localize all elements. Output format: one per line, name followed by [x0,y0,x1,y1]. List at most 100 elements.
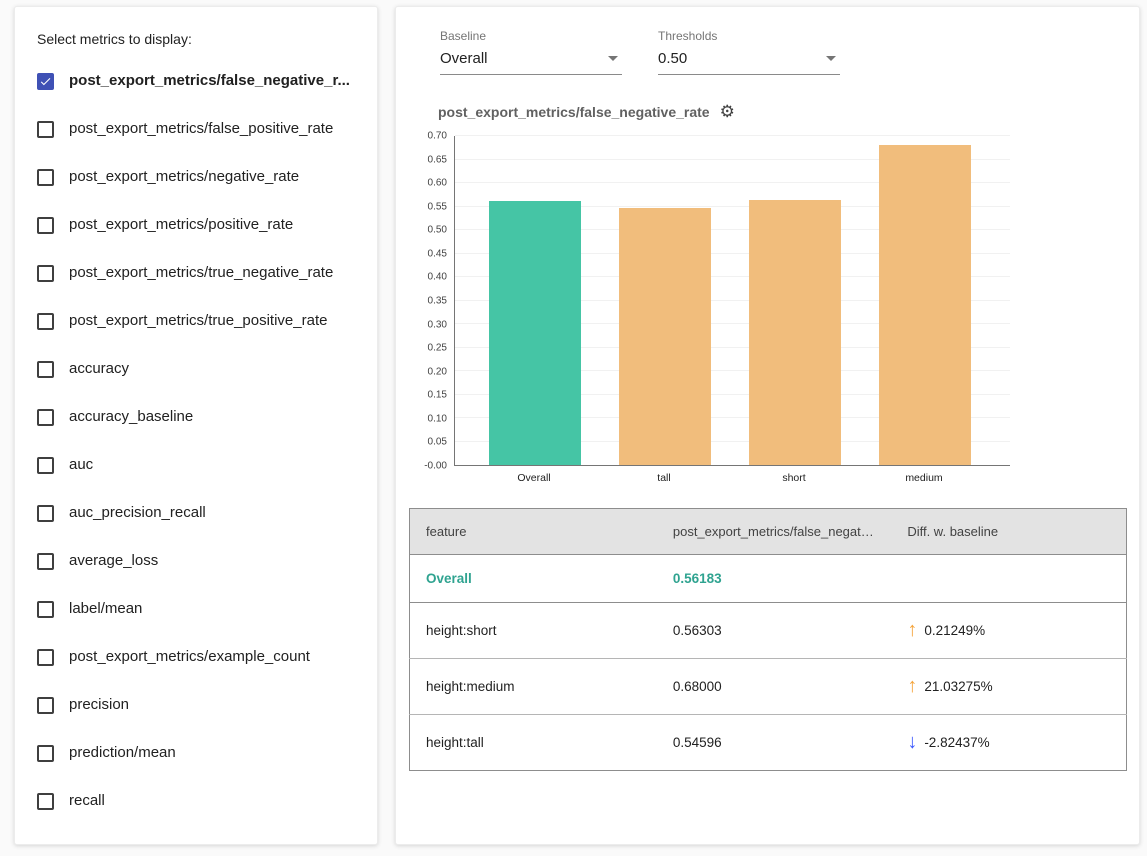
arrow-up-icon: ↑ [907,675,917,697]
diff-cell: ↑21.03275% [891,659,1126,715]
bar-medium[interactable] [879,145,971,465]
table-body: Overall0.56183height:short0.56303↑0.2124… [410,555,1127,771]
value-cell: 0.54596 [657,715,891,771]
y-tick-label: 0.45 [428,248,447,259]
metric-detail-panel: Baseline Overall Thresholds 0.50 post_ex… [395,6,1140,845]
checkbox-unchecked[interactable] [37,121,54,138]
thresholds-label: Thresholds [658,29,840,43]
metric-item[interactable]: precision [35,681,359,729]
checkbox-unchecked[interactable] [37,361,54,378]
table-header-cell: post_export_metrics/false_negative_rat..… [657,509,891,555]
y-axis-labels: 0.700.650.600.550.500.450.400.350.300.25… [418,136,454,466]
metric-item[interactable]: post_export_metrics/positive_rate [35,201,359,249]
table-row: Overall0.56183 [410,555,1127,603]
metric-label: accuracy_baseline [69,405,193,429]
baseline-value: Overall [440,50,488,67]
chevron-down-icon [608,56,618,61]
checkbox-unchecked[interactable] [37,505,54,522]
checkmark-icon [39,74,52,89]
checkbox-unchecked[interactable] [37,169,54,186]
metric-label: post_export_metrics/false_positive_rate [69,117,333,141]
metric-label: post_export_metrics/negative_rate [69,165,299,189]
feature-cell: Overall [410,555,657,603]
metric-selector-panel: Select metrics to display: post_export_m… [14,6,378,845]
x-tick-label: short [729,466,859,484]
bar-slot [730,136,860,465]
diff-value: -2.82437% [924,735,989,750]
metric-label: prediction/mean [69,741,176,765]
checkbox-unchecked[interactable] [37,409,54,426]
y-tick-label: 0.70 [428,131,447,142]
baseline-dropdown[interactable]: Baseline Overall [440,29,622,75]
metric-label: auc_precision_recall [69,501,206,525]
metric-label: precision [69,693,129,717]
bar-short[interactable] [749,200,841,465]
fairness-indicators-page: Select metrics to display: post_export_m… [0,0,1147,856]
y-tick-label: 0.40 [428,272,447,283]
metric-item[interactable]: post_export_metrics/example_count [35,633,359,681]
plot-area [454,136,1010,466]
metric-item[interactable]: label/mean [35,585,359,633]
metric-label: recall [69,789,105,813]
metric-item[interactable]: accuracy [35,345,359,393]
thresholds-dropdown[interactable]: Thresholds 0.50 [658,29,840,75]
y-tick-label: 0.50 [428,225,447,236]
table-row: height:medium0.68000↑21.03275% [410,659,1127,715]
table-header-cell: feature [410,509,657,555]
diff-value: 0.21249% [924,623,985,638]
metric-item[interactable]: prediction/mean [35,729,359,777]
y-tick-label: 0.25 [428,343,447,354]
y-tick-label: 0.10 [428,413,447,424]
checkbox-unchecked[interactable] [37,649,54,666]
bar-chart: 0.700.650.600.550.500.450.400.350.300.25… [418,136,1139,484]
metric-label: post_export_metrics/positive_rate [69,213,293,237]
table-row: height:tall0.54596 ↓ -2.82437% [410,715,1127,771]
metric-label: accuracy [69,357,129,381]
checkbox-unchecked[interactable] [37,601,54,618]
metric-item[interactable]: average_loss [35,537,359,585]
gear-icon[interactable]: ⚙ [720,103,735,120]
bar-tall[interactable] [619,208,711,465]
value-cell: 0.56303 [657,603,891,659]
metrics-table: featurepost_export_metrics/false_negativ… [409,508,1127,771]
chart-title: post_export_metrics/false_negative_rate [438,104,710,120]
x-tick-label: Overall [469,466,599,484]
metric-item[interactable]: post_export_metrics/negative_rate [35,153,359,201]
metric-item[interactable]: auc [35,441,359,489]
y-tick-label: 0.20 [428,366,447,377]
bar-overall[interactable] [489,201,581,465]
checkbox-unchecked[interactable] [37,745,54,762]
table-row: height:short0.56303↑0.21249% [410,603,1127,659]
checkbox-unchecked[interactable] [37,553,54,570]
feature-cell: height:tall [410,715,657,771]
feature-cell: height:medium [410,659,657,715]
diff-cell [891,555,1126,603]
metric-item[interactable]: post_export_metrics/false_positive_rate [35,105,359,153]
metric-item[interactable]: post_export_metrics/true_positive_rate [35,297,359,345]
checkbox-unchecked[interactable] [37,265,54,282]
checkbox-unchecked[interactable] [37,313,54,330]
metric-item[interactable]: recall [35,777,359,825]
metric-label: auc [69,453,93,477]
checkbox-checked[interactable] [37,73,54,90]
controls-row: Baseline Overall Thresholds 0.50 [440,29,1139,75]
table-header-cell: Diff. w. baseline [891,509,1126,555]
checkbox-unchecked[interactable] [37,457,54,474]
checkbox-unchecked[interactable] [37,217,54,234]
thresholds-value: 0.50 [658,50,687,67]
y-tick-label: 0.55 [428,201,447,212]
metric-label: label/mean [69,597,142,621]
checkbox-unchecked[interactable] [37,793,54,810]
metric-item[interactable]: accuracy_baseline [35,393,359,441]
arrow-down-icon: ↓ [907,731,917,753]
checkbox-unchecked[interactable] [37,697,54,714]
y-tick-label: 0.35 [428,296,447,307]
metric-item[interactable]: post_export_metrics/true_negative_rate [35,249,359,297]
x-tick-label: tall [599,466,729,484]
table-header-row: featurepost_export_metrics/false_negativ… [410,509,1127,555]
y-tick-label: 0.30 [428,319,447,330]
bar-slot [470,136,600,465]
metric-item[interactable]: post_export_metrics/false_negative_r... [35,57,359,105]
metric-item[interactable]: auc_precision_recall [35,489,359,537]
arrow-up-icon: ↑ [907,619,917,641]
